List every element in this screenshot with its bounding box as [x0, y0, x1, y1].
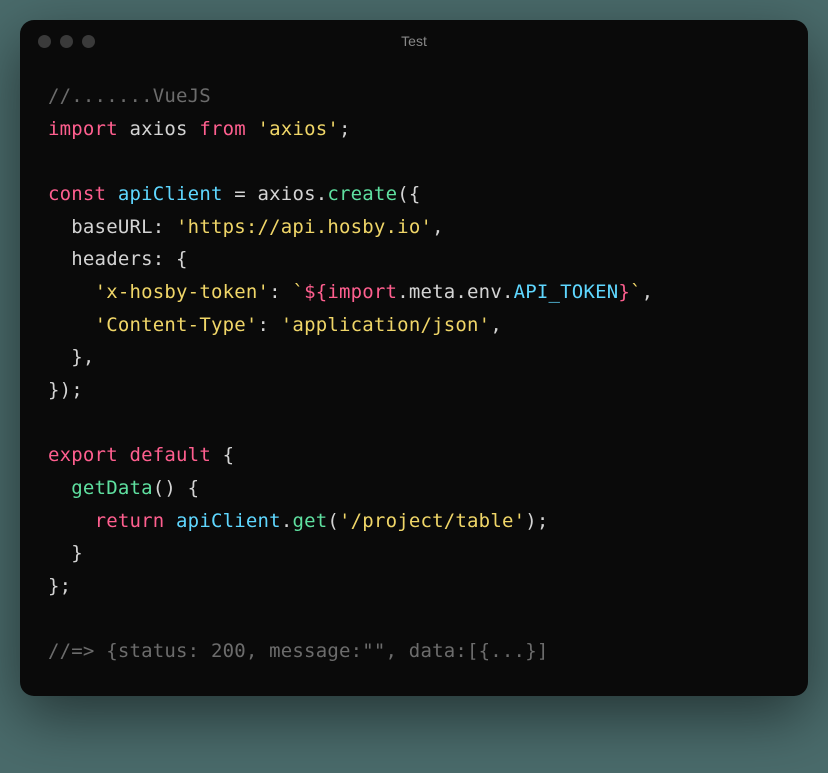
code-token: `	[292, 281, 304, 303]
code-token: ,	[490, 314, 502, 336]
maximize-icon[interactable]	[82, 35, 95, 48]
code-token: .	[281, 510, 293, 532]
code-token: = axios.	[223, 183, 328, 205]
code-token: get	[292, 510, 327, 532]
code-token: //.......VueJS	[48, 85, 211, 107]
code-line: export default {	[48, 439, 780, 472]
code-token	[118, 444, 130, 466]
code-line: });	[48, 374, 780, 407]
code-token: };	[48, 575, 71, 597]
code-token	[48, 510, 95, 532]
code-token: '/project/table'	[339, 510, 525, 532]
code-token: from	[199, 118, 246, 140]
code-editor[interactable]: //.......VueJS import axios from 'axios';…	[20, 62, 808, 696]
code-token: (	[327, 510, 339, 532]
code-line: return apiClient.get('/project/table');	[48, 505, 780, 538]
code-line: headers: {	[48, 243, 780, 276]
code-line: }	[48, 537, 780, 570]
code-token: env	[467, 281, 502, 303]
code-token	[48, 216, 71, 238]
code-token: ;	[339, 118, 351, 140]
code-token	[48, 314, 95, 336]
code-token	[164, 510, 176, 532]
code-token: `	[630, 281, 642, 303]
code-token	[48, 477, 71, 499]
window-title: Test	[401, 33, 427, 49]
traffic-lights	[38, 35, 95, 48]
code-line: import axios from 'axios';	[48, 113, 780, 146]
minimize-icon[interactable]	[60, 35, 73, 48]
code-line: const apiClient = axios.create({	[48, 178, 780, 211]
code-token	[48, 248, 71, 270]
code-token: headers	[71, 248, 152, 270]
code-token	[48, 150, 60, 172]
code-token: :	[258, 314, 281, 336]
code-line: 'Content-Type': 'application/json',	[48, 309, 780, 342]
code-token: create	[327, 183, 397, 205]
code-line: baseURL: 'https://api.hosby.io',	[48, 211, 780, 244]
code-token: :	[153, 216, 176, 238]
code-token: .	[397, 281, 409, 303]
code-token	[48, 412, 60, 434]
code-token: default	[129, 444, 210, 466]
code-line: //=> {status: 200, message:"", data:[{..…	[48, 635, 780, 668]
code-token: //=> {status: 200, message:"", data:[{..…	[48, 640, 548, 662]
code-line: 'x-hosby-token': `${import.meta.env.API_…	[48, 276, 780, 309]
code-token: getData	[71, 477, 152, 499]
code-token	[48, 608, 60, 630]
code-token: ,	[432, 216, 444, 238]
titlebar: Test	[20, 20, 808, 62]
code-token: ,	[642, 281, 654, 303]
code-token: });	[48, 379, 83, 401]
code-token: import	[327, 281, 397, 303]
code-token: return	[95, 510, 165, 532]
code-token: },	[48, 346, 95, 368]
code-token: apiClient	[118, 183, 223, 205]
code-token: ({	[397, 183, 420, 205]
code-token: .	[455, 281, 467, 303]
code-token: apiClient	[176, 510, 281, 532]
code-token	[106, 183, 118, 205]
code-token	[48, 281, 95, 303]
code-token: }	[48, 542, 83, 564]
code-token: baseURL	[71, 216, 152, 238]
code-token: () {	[153, 477, 200, 499]
code-token: :	[269, 281, 292, 303]
code-window: Test //.......VueJS import axios from 'ax…	[20, 20, 808, 696]
code-line: },	[48, 341, 780, 374]
code-token: : {	[153, 248, 188, 270]
close-icon[interactable]	[38, 35, 51, 48]
code-token: }	[618, 281, 630, 303]
code-token: import	[48, 118, 118, 140]
code-line	[48, 407, 780, 440]
code-token: 'Content-Type'	[95, 314, 258, 336]
code-line: //.......VueJS	[48, 80, 780, 113]
code-token: 'x-hosby-token'	[95, 281, 270, 303]
code-token: {	[211, 444, 234, 466]
code-token: ${	[304, 281, 327, 303]
code-token	[246, 118, 258, 140]
code-token: 'application/json'	[281, 314, 491, 336]
code-token: const	[48, 183, 106, 205]
code-line	[48, 603, 780, 636]
code-token: 'axios'	[258, 118, 339, 140]
code-token: .	[502, 281, 514, 303]
code-token: API_TOKEN	[514, 281, 619, 303]
code-line: getData() {	[48, 472, 780, 505]
code-token: );	[525, 510, 548, 532]
code-token: meta	[409, 281, 456, 303]
code-token: export	[48, 444, 118, 466]
code-token: 'https://api.hosby.io'	[176, 216, 432, 238]
code-line: };	[48, 570, 780, 603]
code-line	[48, 145, 780, 178]
code-token: axios	[118, 118, 199, 140]
